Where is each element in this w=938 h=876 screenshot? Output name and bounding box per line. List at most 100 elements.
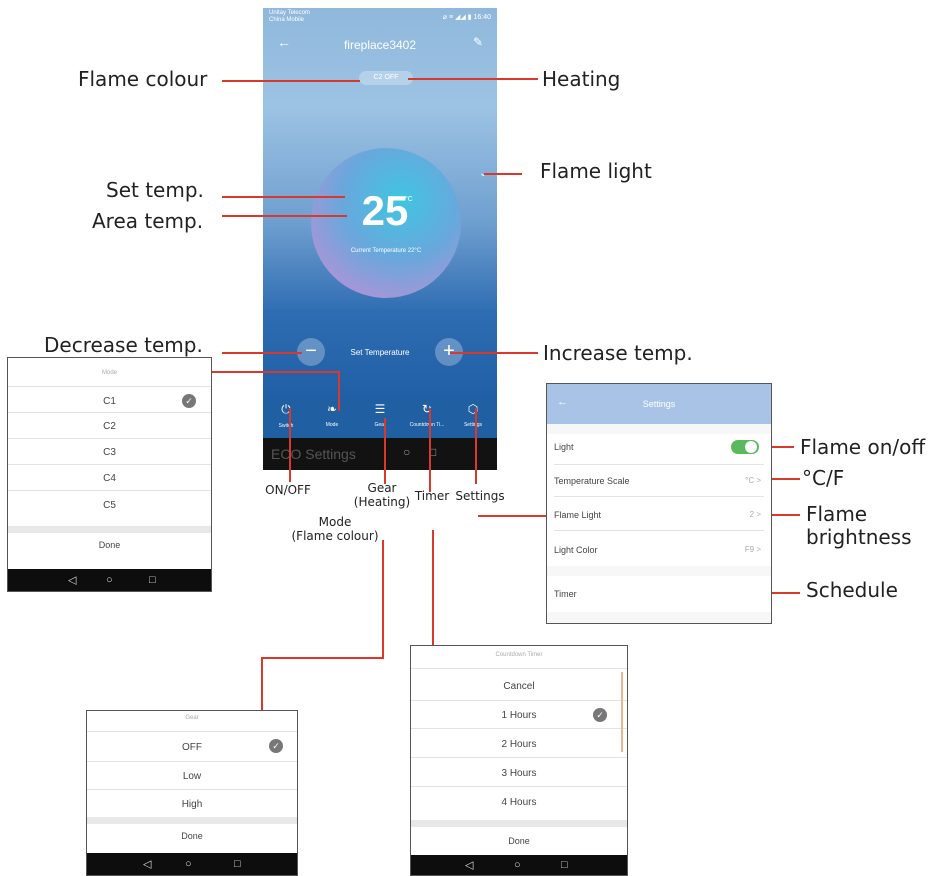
settings-row-light-color-value[interactable]: F9 > [745,545,761,554]
gear-option-low[interactable]: Low [87,771,297,782]
divider [87,789,297,790]
callout-line-settings [475,408,477,484]
gear-option-off[interactable]: OFF [87,742,297,753]
callout-heating: Heating [542,67,621,91]
callout-gear: Gear (Heating) [352,481,412,510]
countdown-timer-icon: ↻ [421,402,433,416]
nav-back-icon[interactable]: ◁ [143,858,151,871]
callout-flame-light: Flame light [540,159,652,183]
nav-back-icon[interactable]: ◁ [465,859,473,872]
divider [411,757,627,758]
callout-timer: Timer [414,489,450,503]
callout-mode-line1: Mode [318,515,352,529]
android-nav-bar: ◁ ○ □ [87,853,297,875]
timer-option-4h[interactable]: 4 Hours [411,797,627,808]
divider [411,668,627,669]
callout-line-gear-popup-v [382,540,384,658]
timer-option-2h[interactable]: 2 Hours [411,739,627,750]
set-temperature-label: Set Temperature [350,348,410,357]
divider [8,438,211,439]
tab-settings[interactable]: ⬡ Settings [457,402,489,428]
tab-countdown-label: Countdown Ti... [409,422,445,428]
mode-leaf-icon: ❧ [326,402,338,416]
countdown-timer-popup: Countdown Timer Cancel 1 Hours ✓ 2 Hours… [410,645,628,876]
mode-option-c4[interactable]: C4 [8,473,211,484]
settings-timer-row[interactable] [547,576,771,612]
settings-row-flame-light-value[interactable]: 2 > [750,510,761,519]
carrier-1: Unitay Telecom [269,10,310,16]
phone-bottom-bar: ECO Settings ○ □ [263,438,497,470]
callout-line-decrease-temp [222,352,302,354]
settings-row-temp-scale-label: Temperature Scale [554,476,630,486]
light-toggle[interactable] [731,440,759,454]
set-temp-value: 25 [361,187,409,234]
scroll-indicator[interactable] [621,672,623,752]
callout-flame-on-off: Flame on/off [800,435,926,459]
mode-option-c5[interactable]: C5 [8,500,211,511]
callout-line-set-temp [222,196,345,198]
callout-increase-temp: Increase temp. [543,341,693,365]
tab-settings-label: Settings [463,422,483,428]
callout-line-on-off [289,408,291,482]
callout-line-settings-popup [478,515,554,517]
callout-gear-line2: (Heating) [353,494,411,509]
edit-pencil-icon[interactable]: ✎ [473,35,483,49]
tab-gear[interactable]: ☰ Gear [364,402,396,428]
divider [411,700,627,701]
nav-home-icon[interactable]: ○ [106,574,113,586]
timer-option-3h[interactable]: 3 Hours [411,768,627,779]
gear-done-button[interactable]: Done [87,831,297,841]
callout-flame-brightness-line2: brightness [806,525,912,549]
timer-popup-title: Countdown Timer [495,652,543,658]
settings-row-timer-label: Timer [554,589,577,599]
tab-switch[interactable]: ⏻ Switch [270,402,302,429]
mode-option-c2[interactable]: C2 [8,421,211,432]
settings-row-temp-scale-value[interactable]: °C > [745,476,761,485]
callout-flame-brightness-line1: Flame [806,502,868,526]
callout-area-temp: Area temp. [92,209,204,233]
gear-option-high[interactable]: High [87,799,297,810]
mode-heating-pill[interactable]: C2 OFF [359,71,413,85]
callout-line-mode-vertical [338,371,340,411]
tab-mode[interactable]: ❧ Mode [316,402,348,428]
callout-line-gear-popup-drop [261,657,263,710]
callout-set-temp: Set temp. [106,178,204,202]
callout-line-heating [408,78,538,80]
nav-back-icon[interactable]: ◁ [68,574,76,587]
divider [554,530,764,531]
eco-settings-text: ECO Settings [271,446,356,462]
nav-recents-icon[interactable]: □ [149,574,156,586]
tab-mode-label: Mode [325,422,339,428]
current-temperature: Current Temperature 22°C [350,248,422,254]
mode-done-button[interactable]: Done [8,540,211,550]
divider [411,786,627,787]
nav-recents-icon[interactable]: □ [234,858,241,870]
nav-home-icon[interactable]: ○ [514,859,521,871]
callout-line-timer-popup [432,530,434,645]
callout-mode-line2: (Flame colour) [291,528,379,543]
mode-option-c3[interactable]: C3 [8,447,211,458]
gear-stack-icon: ☰ [374,402,386,416]
callout-flame-brightness: Flame brightness [806,503,912,549]
gear-popup-title: Gear [185,715,199,721]
mode-popup-title: Mode [101,370,117,376]
mode-option-c1[interactable]: C1 [8,396,211,407]
carrier-2: China Mobile [269,17,305,23]
callout-line-gear [384,418,386,484]
toggle-knob [745,441,757,453]
callout-line-timer [429,408,431,492]
selected-check-icon: ✓ [182,394,196,408]
divider [554,496,764,497]
tab-countdown[interactable]: ↻ Countdown Ti... [405,402,449,428]
callout-line-gear-popup-h [261,657,384,659]
nav-home-icon[interactable]: ○ [185,858,192,870]
divider [411,728,627,729]
timer-option-cancel[interactable]: Cancel [411,681,627,692]
callout-mode: Mode (Flame colour) [280,515,390,544]
settings-row-light-label: Light [554,442,574,452]
divider [8,412,211,413]
divider [8,490,211,491]
nav-recents-icon[interactable]: □ [561,859,568,871]
timer-done-button[interactable]: Done [411,836,627,846]
home-circle-icon[interactable]: ○ [403,445,410,459]
